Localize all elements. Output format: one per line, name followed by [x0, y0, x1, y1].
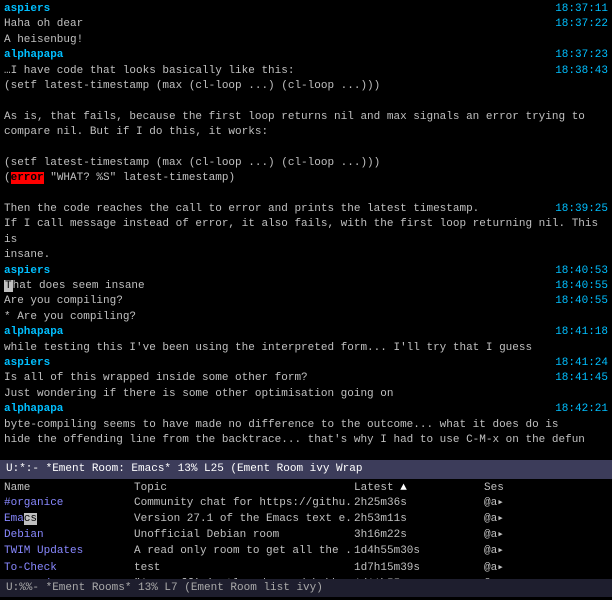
rooms-table-header: Name Topic Latest ▲ Ses	[4, 481, 608, 495]
room-name[interactable]: org-mode	[4, 577, 134, 579]
room-name[interactable]: TWIM Updates	[4, 544, 134, 558]
table-row: EmacsVersion 27.1 of the Emacs text e...…	[4, 511, 608, 527]
mode-line-bottom: U:%%- *Ement Rooms* 13% L7 (Ement Room l…	[0, 579, 612, 598]
message-5-line1: 18:41:45 Is all of this wrapped inside s…	[4, 371, 608, 386]
message-6-user: 18:42:21 alphapapa	[4, 402, 608, 417]
message-2-line4: compare nil. But if I do this, it works:	[4, 125, 608, 140]
message-6-line2: hide the offending line from the backtra…	[4, 433, 608, 448]
message-1-user: 18:37:11 aspiers	[4, 2, 608, 17]
col-header-sessions: Ses	[484, 482, 554, 494]
message-2-user: 18:37:23 alphapapa	[4, 48, 608, 63]
message-2-line2: (setf latest-timestamp (max (cl-loop ...…	[4, 79, 608, 94]
message-2-line1: 18:38:43 …I have code that looks basical…	[4, 64, 608, 79]
room-latest: 2h53m11s	[354, 512, 484, 526]
room-topic: test	[134, 561, 354, 575]
room-name[interactable]: To-Check	[4, 561, 134, 575]
room-topic: Unofficial Debian room	[134, 528, 354, 542]
message-2-line5: 18:39:25 Then the code reaches the call …	[4, 202, 608, 217]
message-4-line1: while testing this I've been using the i…	[4, 341, 608, 356]
message-1-line2: A heisenbug!	[4, 33, 608, 48]
mode-line-top: U:*:- *Ement Room: Emacs* 13% L25 (Ement…	[0, 460, 612, 479]
table-row: To-Checktest1d7h15m39s@a▸	[4, 560, 608, 576]
col-header-latest: Latest ▲	[354, 482, 484, 494]
room-topic: Version 27.1 of the Emacs text e...	[134, 512, 354, 526]
message-3-user: 18:40:53 aspiers	[4, 264, 608, 279]
message-2-line3: As is, that fails, because the first loo…	[4, 110, 608, 125]
room-topic: A read only room to get all the ...	[134, 544, 354, 558]
mode-line-bottom-text: U:%%- *Ement Rooms* 13% L7 (Ement Room l…	[6, 580, 323, 597]
room-sessions: @a▸	[484, 528, 554, 542]
message-2-blank3	[4, 187, 608, 202]
message-5-line2: Just wondering if there is some other op…	[4, 387, 608, 402]
room-latest: 1d4h55m30s	[354, 544, 484, 558]
room-name[interactable]: Emacs	[4, 512, 134, 526]
message-2-blank2	[4, 141, 608, 156]
message-3-line2: 18:40:55 Are you compiling?	[4, 294, 608, 309]
room-sessions: @a▸	[484, 544, 554, 558]
room-name[interactable]: Debian	[4, 528, 134, 542]
table-row: org-mode"Any sufficiently advanced hobby…	[4, 576, 608, 579]
room-latest: 1d11h55s	[354, 577, 484, 579]
message-3-line1: 18:40:55 That does seem insane	[4, 279, 608, 294]
room-latest: 2h25m36s	[354, 496, 484, 510]
room-latest: 1d7h15m39s	[354, 561, 484, 575]
rooms-rows: #organiceCommunity chat for https://gith…	[4, 495, 608, 579]
table-row: TWIM UpdatesA read only room to get all …	[4, 543, 608, 559]
message-2-blank	[4, 94, 608, 109]
room-topic: Community chat for https://githu...	[134, 496, 354, 510]
message-2-line6: If I call message instead of error, it a…	[4, 217, 608, 248]
chat-area: 18:37:11 aspiers 18:37:22 Haha oh dear A…	[0, 0, 612, 460]
message-2-code1: (setf latest-timestamp (max (cl-loop ...…	[4, 156, 608, 171]
room-latest: 3h16m22s	[354, 528, 484, 542]
table-row: DebianUnofficial Debian room3h16m22s@a▸	[4, 527, 608, 543]
message-1-line1: 18:37:22 Haha oh dear	[4, 17, 608, 32]
message-3-line3: * Are you compiling?	[4, 310, 608, 325]
message-2-line7: insane.	[4, 248, 608, 263]
message-5-user: 18:41:24 aspiers	[4, 356, 608, 371]
mode-line-top-text: U:*:- *Ement Room: Emacs* 13% L25 (Ement…	[6, 461, 362, 478]
table-row: #organiceCommunity chat for https://gith…	[4, 495, 608, 511]
message-2-code2: (error "WHAT? %S" latest-timestamp)	[4, 171, 608, 186]
rooms-table-area: Name Topic Latest ▲ Ses #organiceCommuni…	[0, 479, 612, 579]
room-sessions: @a▸	[484, 577, 554, 579]
col-header-topic: Topic	[134, 482, 354, 494]
message-4-user: 18:41:18 alphapapa	[4, 325, 608, 340]
room-sessions: @a▸	[484, 496, 554, 510]
room-topic: "Any sufficiently advanced hobby...	[134, 577, 354, 579]
col-header-name: Name	[4, 482, 134, 494]
room-name[interactable]: #organice	[4, 496, 134, 510]
message-6-line1: byte-compiling seems to have made no dif…	[4, 418, 608, 433]
room-sessions: @a▸	[484, 561, 554, 575]
room-sessions: @a▸	[484, 512, 554, 526]
